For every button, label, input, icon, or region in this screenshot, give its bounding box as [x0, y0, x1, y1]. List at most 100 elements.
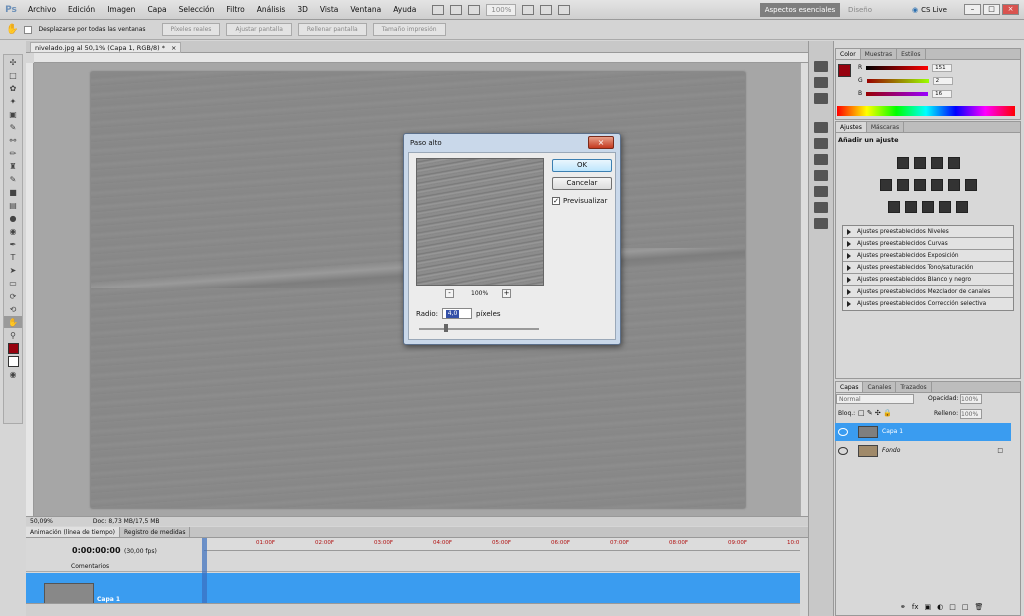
delete-layer-icon[interactable]: 🗑: [974, 603, 983, 611]
opacity-field[interactable]: 100%: [960, 394, 982, 404]
zoom-tool-icon[interactable]: ⚲: [4, 329, 22, 341]
exposure-icon[interactable]: [947, 157, 960, 169]
document-tab[interactable]: nivelado.jpg al 50,1% (Capa 1, RGB/8) * …: [30, 42, 182, 53]
print-size-button[interactable]: Tamaño impresión: [372, 23, 446, 36]
shape-tool-icon[interactable]: ▭: [4, 277, 22, 289]
foreground-color-swatch[interactable]: [4, 342, 22, 354]
marquee-tool-icon[interactable]: □: [4, 69, 22, 81]
fill-screen-button[interactable]: Rellenar pantalla: [297, 23, 367, 36]
preset-item[interactable]: Ajustes preestablecidos Blanco y negro: [843, 274, 1013, 286]
color-balance-icon[interactable]: [913, 179, 926, 191]
path-select-tool-icon[interactable]: ➤: [4, 264, 22, 276]
ok-button[interactable]: OK: [552, 159, 612, 172]
zoom-readout[interactable]: 50,09%: [30, 518, 53, 525]
tab-color[interactable]: Color: [836, 49, 861, 59]
dialog-close-icon[interactable]: ×: [588, 136, 614, 149]
fit-screen-button[interactable]: Ajustar pantalla: [226, 23, 292, 36]
color-fg-swatch[interactable]: [838, 64, 851, 77]
brush-presets-icon[interactable]: [814, 122, 828, 133]
tab-paths[interactable]: Trazados: [896, 382, 932, 392]
dodge-tool-icon[interactable]: ◉: [4, 225, 22, 237]
tab-adjustments[interactable]: Ajustes: [836, 122, 867, 132]
invert-icon[interactable]: [888, 201, 900, 213]
vibrance-icon[interactable]: [879, 179, 892, 191]
timeline-layer-track[interactable]: [26, 573, 800, 603]
radius-slider-track[interactable]: [419, 328, 539, 330]
eyedropper-tool-icon[interactable]: ✎: [4, 121, 22, 133]
menu-3d[interactable]: 3D: [291, 0, 314, 20]
gradient-map-icon[interactable]: [939, 201, 951, 213]
actual-pixels-button[interactable]: Píxeles reales: [161, 23, 221, 36]
levels-icon[interactable]: [913, 157, 926, 169]
close-icon[interactable]: ×: [1002, 4, 1019, 15]
crop-tool-icon[interactable]: ▣: [4, 108, 22, 120]
menu-ventana[interactable]: Ventana: [344, 0, 387, 20]
clone-source-icon[interactable]: [814, 138, 828, 149]
3d-rotate-tool-icon[interactable]: ⟳: [4, 290, 22, 302]
curves-icon[interactable]: [930, 157, 943, 169]
new-layer-icon[interactable]: □: [962, 603, 969, 611]
history-icon[interactable]: [814, 61, 828, 72]
photo-filter-icon[interactable]: [947, 179, 960, 191]
maximize-icon[interactable]: □: [983, 4, 1000, 15]
move-tool-icon[interactable]: ✣: [4, 56, 22, 68]
healing-tool-icon[interactable]: ⚯: [4, 134, 22, 146]
channel-g-value[interactable]: 2: [932, 76, 953, 85]
visibility-eye-icon[interactable]: [838, 447, 848, 455]
visibility-eye-icon[interactable]: [838, 428, 848, 436]
tab-measurement-log[interactable]: Registro de medidas: [120, 527, 191, 537]
timeline-ruler[interactable]: 01:00F 02:00F 03:00F 04:00F 05:00F 06:00…: [204, 538, 800, 551]
preview-checkbox-row[interactable]: ✓ Previsualizar: [552, 197, 607, 205]
color-spectrum[interactable]: [837, 106, 1015, 116]
menu-analisis[interactable]: Análisis: [251, 0, 292, 20]
channel-r-value[interactable]: 151: [932, 63, 953, 72]
brush-tool-icon[interactable]: ✏: [4, 147, 22, 159]
layer-row-fondo[interactable]: Fondo □: [835, 442, 1011, 460]
cancel-button[interactable]: Cancelar: [552, 177, 612, 190]
lock-icons[interactable]: □ ✎ ✣ 🔒: [858, 409, 892, 417]
new-adjustment-icon[interactable]: ◐: [937, 603, 943, 611]
brightness-contrast-icon[interactable]: [896, 157, 909, 169]
workspace-essentials-button[interactable]: Aspectos esenciales: [760, 3, 840, 17]
pen-tool-icon[interactable]: ✒: [4, 238, 22, 250]
tab-channels[interactable]: Canales: [863, 382, 897, 392]
channel-b-slider[interactable]: [866, 91, 929, 96]
blur-tool-icon[interactable]: ●: [4, 212, 22, 224]
preset-item[interactable]: Ajustes preestablecidos Niveles: [843, 226, 1013, 238]
paragraph-icon[interactable]: [814, 170, 828, 181]
play-icon[interactable]: [814, 93, 828, 104]
workspace-design-button[interactable]: Diseño: [848, 3, 872, 17]
history-brush-tool-icon[interactable]: ✎: [4, 173, 22, 185]
eraser-tool-icon[interactable]: ■: [4, 186, 22, 198]
threshold-icon[interactable]: [922, 201, 934, 213]
3d-orbit-tool-icon[interactable]: ⟲: [4, 303, 22, 315]
selective-color-icon[interactable]: [956, 201, 968, 213]
vertical-scrollbar[interactable]: [800, 63, 808, 516]
gradient-tool-icon[interactable]: ▤: [4, 199, 22, 211]
menu-capa[interactable]: Capa: [141, 0, 172, 20]
filter-preview[interactable]: [416, 158, 544, 286]
tool-presets-icon[interactable]: [814, 202, 828, 213]
preview-checkbox[interactable]: ✓: [552, 197, 560, 205]
scroll-all-checkbox[interactable]: [24, 25, 33, 34]
new-group-icon[interactable]: □: [949, 603, 956, 611]
menu-vista[interactable]: Vista: [314, 0, 345, 20]
radius-input[interactable]: 4,0: [442, 308, 473, 319]
timeline-controls[interactable]: [26, 603, 800, 616]
preset-item[interactable]: Ajustes preestablecidos Curvas: [843, 238, 1013, 250]
channel-b-value[interactable]: 16: [932, 89, 953, 98]
zoom-in-button[interactable]: +: [502, 289, 511, 298]
preset-item[interactable]: Ajustes preestablecidos Exposición: [843, 250, 1013, 262]
preset-item[interactable]: Ajustes preestablecidos Tono/saturación: [843, 262, 1013, 274]
tab-masks[interactable]: Máscaras: [867, 122, 905, 132]
blend-mode-select[interactable]: Normal: [836, 394, 914, 404]
character-icon[interactable]: [814, 186, 828, 197]
3d-icon[interactable]: [814, 218, 828, 229]
preset-item[interactable]: Ajustes preestablecidos Mezclador de can…: [843, 286, 1013, 298]
zoom-out-button[interactable]: -: [445, 289, 454, 298]
radius-slider-thumb[interactable]: [444, 324, 448, 332]
tab-swatches[interactable]: Muestras: [861, 49, 898, 59]
info-icon[interactable]: [814, 154, 828, 165]
minimize-icon[interactable]: –: [964, 4, 981, 15]
posterize-icon[interactable]: [905, 201, 917, 213]
